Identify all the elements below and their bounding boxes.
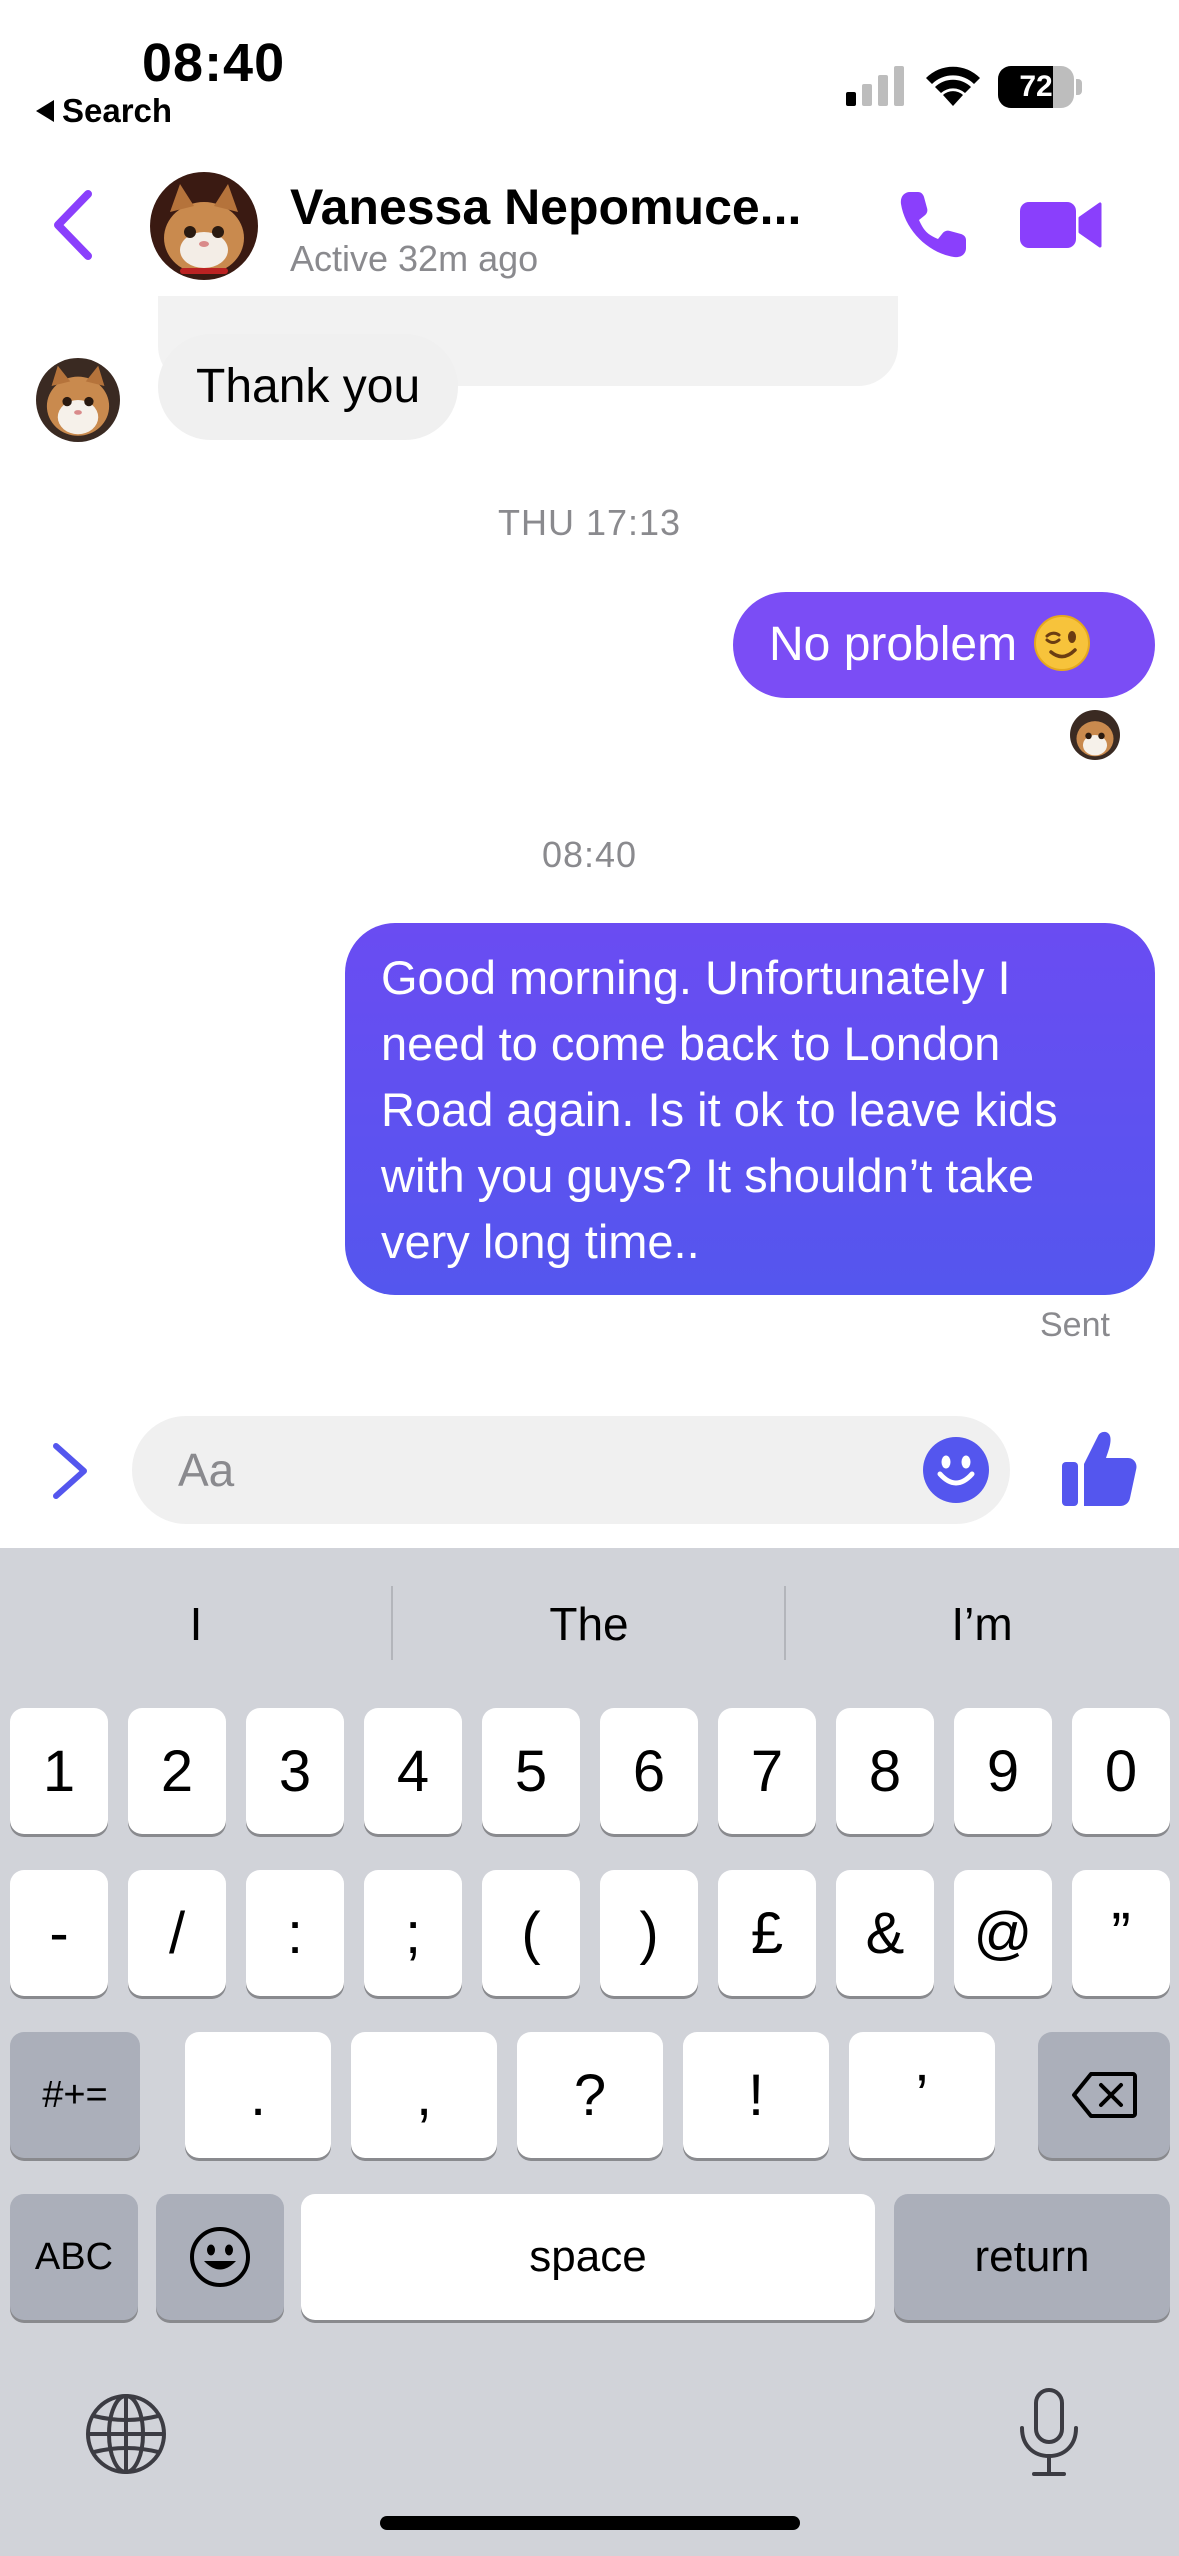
winking-face-emoji-icon	[1034, 615, 1091, 672]
thumbs-up-icon[interactable]	[1062, 1428, 1138, 1508]
suggestion-item[interactable]: The	[393, 1586, 785, 1662]
back-triangle-icon	[36, 100, 54, 122]
key-quote[interactable]: ”	[1072, 1870, 1170, 1996]
video-camera-icon[interactable]	[1020, 196, 1102, 254]
cat-avatar-image	[150, 172, 258, 280]
message-input[interactable]	[178, 1416, 878, 1524]
cat-avatar-image	[1070, 710, 1120, 760]
key-close-paren[interactable]: )	[600, 1870, 698, 1996]
emoji-keyboard-icon	[190, 2227, 250, 2287]
key-6[interactable]: 6	[600, 1708, 698, 1834]
outgoing-message-bubble[interactable]: No problem	[733, 592, 1155, 698]
battery-level: 72	[1019, 70, 1053, 103]
key-2[interactable]: 2	[128, 1708, 226, 1834]
smiley-icon[interactable]	[922, 1436, 990, 1504]
message-timestamp: 08:40	[541, 834, 638, 875]
key-colon[interactable]: :	[246, 1870, 344, 1996]
space-key[interactable]: space	[301, 2194, 875, 2320]
key-7[interactable]: 7	[718, 1708, 816, 1834]
phone-icon[interactable]	[896, 188, 970, 262]
wifi-icon	[926, 66, 980, 106]
back-app-label: Search	[62, 92, 173, 129]
key-question[interactable]: ?	[517, 2032, 663, 2158]
key-hyphen[interactable]: -	[10, 1870, 108, 1996]
key-apostrophe[interactable]: ’	[849, 2032, 995, 2158]
message-text: No problem	[769, 618, 1018, 671]
key-5[interactable]: 5	[482, 1708, 580, 1834]
suggestion-item[interactable]: I’m	[786, 1586, 1178, 1662]
contact-name[interactable]: Vanessa Nepomuce...	[290, 178, 801, 236]
predictive-suggestions-bar: I The I’m	[0, 1548, 1179, 1700]
key-at[interactable]: @	[954, 1870, 1052, 1996]
cellular-signal-icon	[846, 66, 904, 106]
delete-key[interactable]	[1038, 2032, 1170, 2158]
key-abc[interactable]: ABC	[10, 2194, 138, 2320]
status-time: 08:40	[142, 33, 286, 93]
seen-by-avatar	[1070, 710, 1120, 760]
back-chevron-icon[interactable]	[48, 188, 98, 262]
key-1[interactable]: 1	[10, 1708, 108, 1834]
emoji-keyboard-key[interactable]	[156, 2194, 284, 2320]
key-open-paren[interactable]: (	[482, 1870, 580, 1996]
key-8[interactable]: 8	[836, 1708, 934, 1834]
suggestion-item[interactable]: I	[0, 1586, 392, 1662]
home-indicator[interactable]	[380, 2516, 800, 2530]
key-pound[interactable]: £	[718, 1870, 816, 1996]
key-0[interactable]: 0	[1072, 1708, 1170, 1834]
outgoing-message-bubble[interactable]: Good morning. Unfortunately I need to co…	[345, 923, 1155, 1295]
message-timestamp: THU 17:13	[497, 502, 682, 543]
delivery-status: Sent	[1040, 1306, 1110, 1344]
key-exclamation[interactable]: !	[683, 2032, 829, 2158]
contact-active-status: Active 32m ago	[290, 238, 539, 279]
chevron-right-icon[interactable]	[48, 1440, 92, 1502]
key-comma[interactable]: ,	[351, 2032, 497, 2158]
message-input-field[interactable]	[132, 1416, 1010, 1524]
key-3[interactable]: 3	[246, 1708, 344, 1834]
backspace-icon	[1072, 2072, 1137, 2118]
incoming-message-bubble[interactable]: Thank you	[158, 334, 459, 440]
key-ampersand[interactable]: &	[836, 1870, 934, 1996]
chat-header: Vanessa Nepomuce... Active 32m ago	[0, 150, 1179, 300]
key-semicolon[interactable]: ;	[364, 1870, 462, 1996]
key-period[interactable]: .	[185, 2032, 331, 2158]
microphone-icon[interactable]	[1016, 2388, 1082, 2478]
key-9[interactable]: 9	[954, 1708, 1052, 1834]
cat-avatar-image	[36, 358, 120, 442]
key-more-symbols[interactable]: #+=	[10, 2032, 140, 2158]
back-to-search-link[interactable]: Search	[36, 92, 172, 130]
key-slash[interactable]: /	[128, 1870, 226, 1996]
globe-icon[interactable]	[84, 2392, 168, 2476]
contact-avatar[interactable]	[150, 172, 258, 280]
battery-icon: 72	[998, 66, 1082, 108]
sender-avatar[interactable]	[36, 358, 120, 442]
key-4[interactable]: 4	[364, 1708, 462, 1834]
return-key[interactable]: return	[894, 2194, 1170, 2320]
